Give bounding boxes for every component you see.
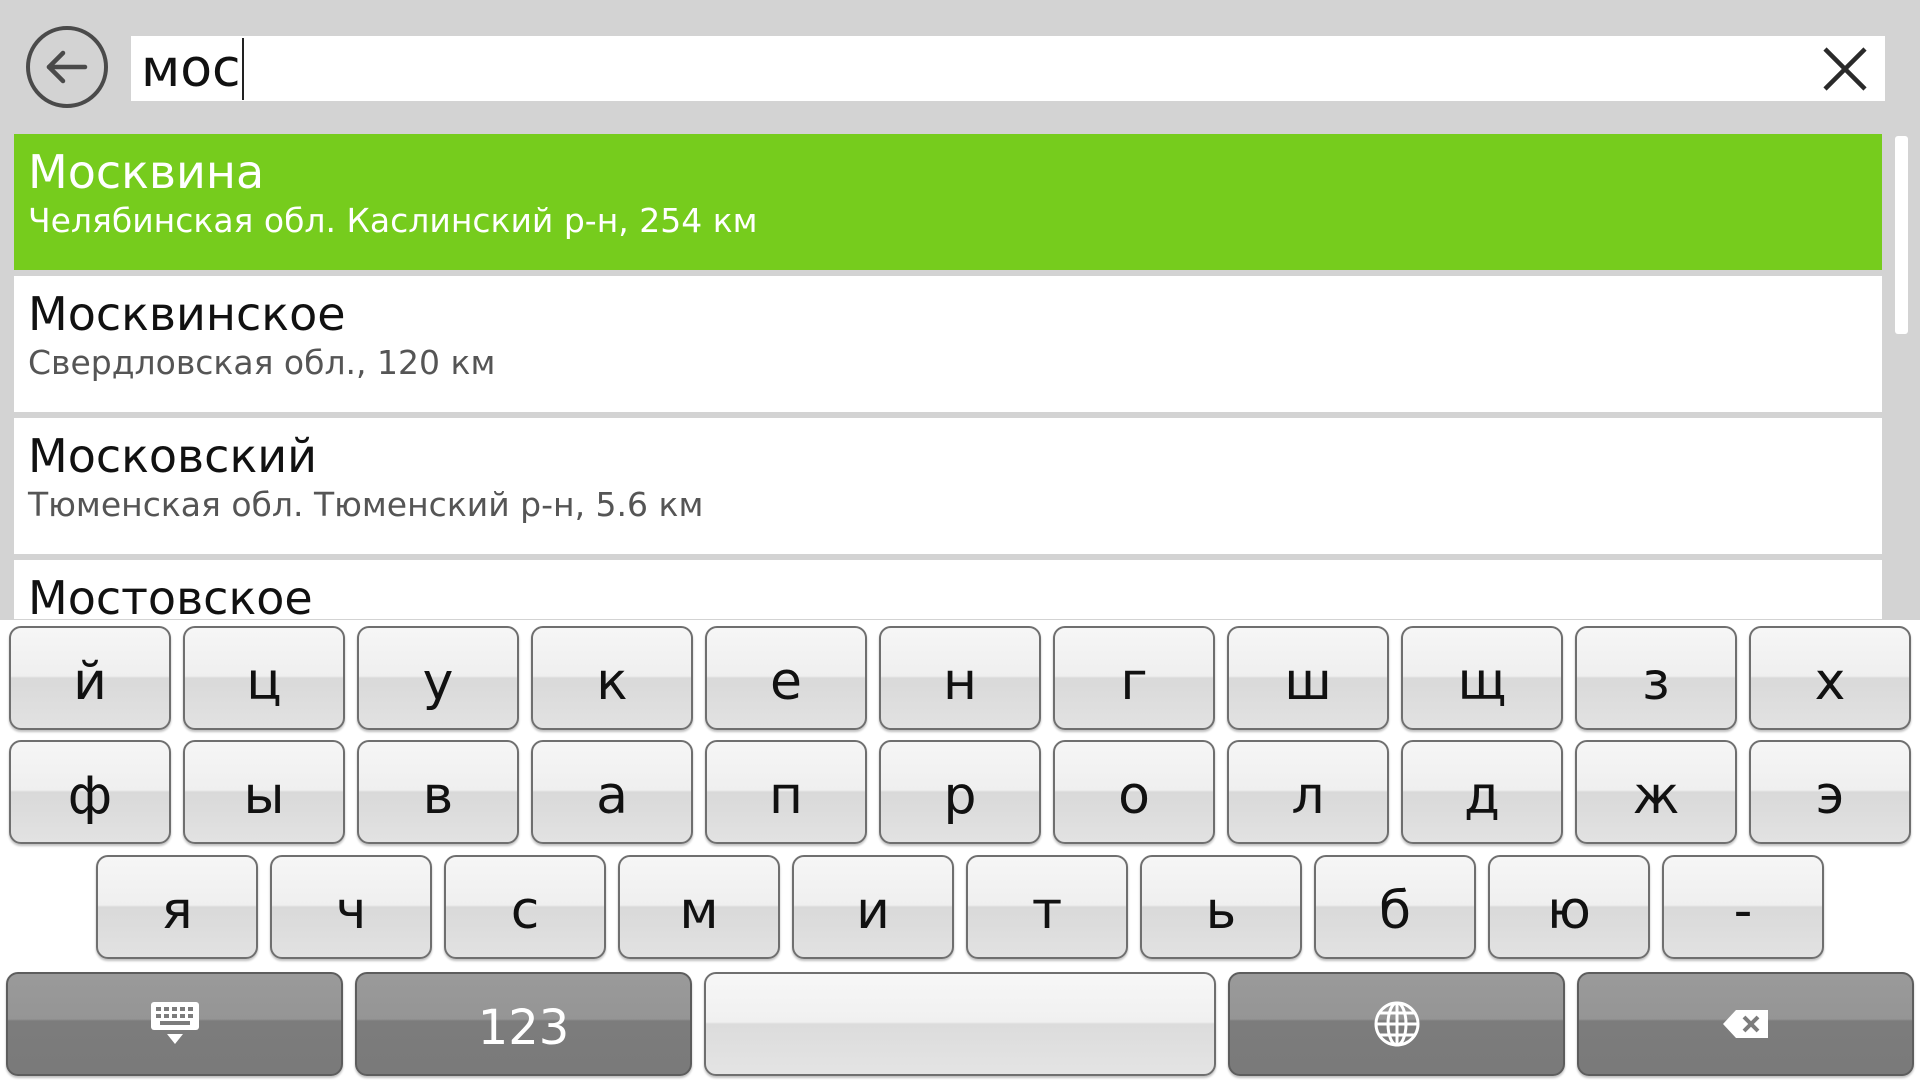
key-row3-3[interactable]: м [618,855,780,959]
key-label: ю [1547,881,1591,941]
search-query-text: мос [141,39,241,99]
key-label: п [769,766,803,826]
key-label: ь [1205,881,1237,941]
result-subtitle: Челябинская обл. Каслинский р-н, 254 км [28,201,758,240]
key-label: ш [1284,652,1332,712]
key-row2-8[interactable]: д [1401,740,1563,844]
search-input[interactable]: мос [141,38,244,100]
key-label: у [422,652,454,712]
backspace-key[interactable] [1577,972,1914,1076]
result-title: Московский [28,429,318,483]
key-row1-7[interactable]: ш [1227,626,1389,730]
key-label: б [1378,881,1412,941]
key-label: д [1464,766,1500,826]
key-label: э [1815,766,1845,826]
text-caret [241,38,244,100]
keyboard-hide-icon [150,1002,199,1044]
key-row3-7[interactable]: б [1314,855,1476,959]
result-title: Москвина [28,145,265,199]
key-label: ц [246,652,282,712]
key-label: т [1031,881,1063,941]
key-label: м [679,881,719,941]
key-row2-4[interactable]: п [705,740,867,844]
key-label: к [596,652,628,712]
language-key[interactable] [1228,972,1565,1076]
key-row3-0[interactable]: я [96,855,258,959]
key-row2-1[interactable]: ы [183,740,345,844]
key-label: л [1291,766,1325,826]
key-row2-2[interactable]: в [357,740,519,844]
key-label: щ [1457,652,1507,712]
space-key[interactable] [704,972,1216,1076]
key-label: ч [335,881,367,941]
key-label: н [943,652,977,712]
key-row1-10[interactable]: х [1749,626,1911,730]
key-row3-2[interactable]: с [444,855,606,959]
key-label: й [73,652,107,712]
result-item-selected[interactable]: Москвина Челябинская обл. Каслинский р-н… [14,134,1882,270]
key-label: х [1814,652,1846,712]
key-row1-9[interactable]: з [1575,626,1737,730]
key-label: ж [1632,766,1680,826]
location-search-screen: мос Москвина Челябинская обл. Каслинский… [0,0,1920,1080]
key-row1-3[interactable]: к [531,626,693,730]
key-row2-3[interactable]: а [531,740,693,844]
key-label: я [161,881,193,941]
key-label: е [770,652,802,712]
key-row1-0[interactable]: й [9,626,171,730]
globe-icon [1374,1001,1419,1047]
key-label: а [596,766,628,826]
close-icon [1823,46,1867,91]
result-subtitle: Тюменская обл. Тюменский р-н, 5.6 км [28,485,704,524]
key-label: г [1120,652,1148,712]
result-item[interactable]: Москвинское Свердловская обл., 120 км [14,276,1882,412]
clear-search-button[interactable] [1805,36,1885,101]
key-label: в [422,766,454,826]
key-row1-5[interactable]: н [879,626,1041,730]
key-label: - [1733,881,1753,941]
numeric-key-label: 123 [477,1000,570,1056]
key-row3-4[interactable]: и [792,855,954,959]
key-row2-7[interactable]: л [1227,740,1389,844]
result-title: Москвинское [28,287,346,341]
key-row2-0[interactable]: ф [9,740,171,844]
key-row3-9[interactable]: - [1662,855,1824,959]
key-row1-2[interactable]: у [357,626,519,730]
hide-keyboard-key[interactable] [6,972,343,1076]
result-subtitle: Свердловская обл., 120 км [28,343,496,382]
key-row1-6[interactable]: г [1053,626,1215,730]
result-item[interactable]: Мостовское [14,560,1882,619]
backspace-icon [1722,1010,1768,1038]
key-row2-9[interactable]: ж [1575,740,1737,844]
key-label: о [1118,766,1150,826]
key-row2-5[interactable]: р [879,740,1041,844]
key-label: и [856,881,890,941]
result-title: Мостовское [28,571,313,619]
key-label: р [943,766,977,826]
key-row3-8[interactable]: ю [1488,855,1650,959]
results-scrollbar[interactable] [1895,136,1908,334]
numeric-key[interactable]: 123 [355,972,692,1076]
key-row3-1[interactable]: ч [270,855,432,959]
search-field[interactable]: мос [131,36,1885,101]
result-item[interactable]: Московский Тюменская обл. Тюменский р-н,… [14,418,1882,554]
results-list[interactable]: Москвина Челябинская обл. Каслинский р-н… [14,134,1882,619]
back-button[interactable] [26,26,108,108]
onscreen-keyboard: й ц у к е н г ш щ з х ф ы в а п р о л д ж э я ч с м и т ь б ю - 123 [0,620,1920,1080]
key-row3-6[interactable]: ь [1140,855,1302,959]
key-row2-6[interactable]: о [1053,740,1215,844]
key-row1-8[interactable]: щ [1401,626,1563,730]
key-row1-4[interactable]: е [705,626,867,730]
key-row3-5[interactable]: т [966,855,1128,959]
key-row1-1[interactable]: ц [183,626,345,730]
key-label: с [510,881,540,941]
key-label: ы [243,766,285,826]
back-arrow-icon [46,50,88,84]
key-label: з [1642,652,1670,712]
key-label: ф [67,766,113,826]
key-row2-10[interactable]: э [1749,740,1911,844]
